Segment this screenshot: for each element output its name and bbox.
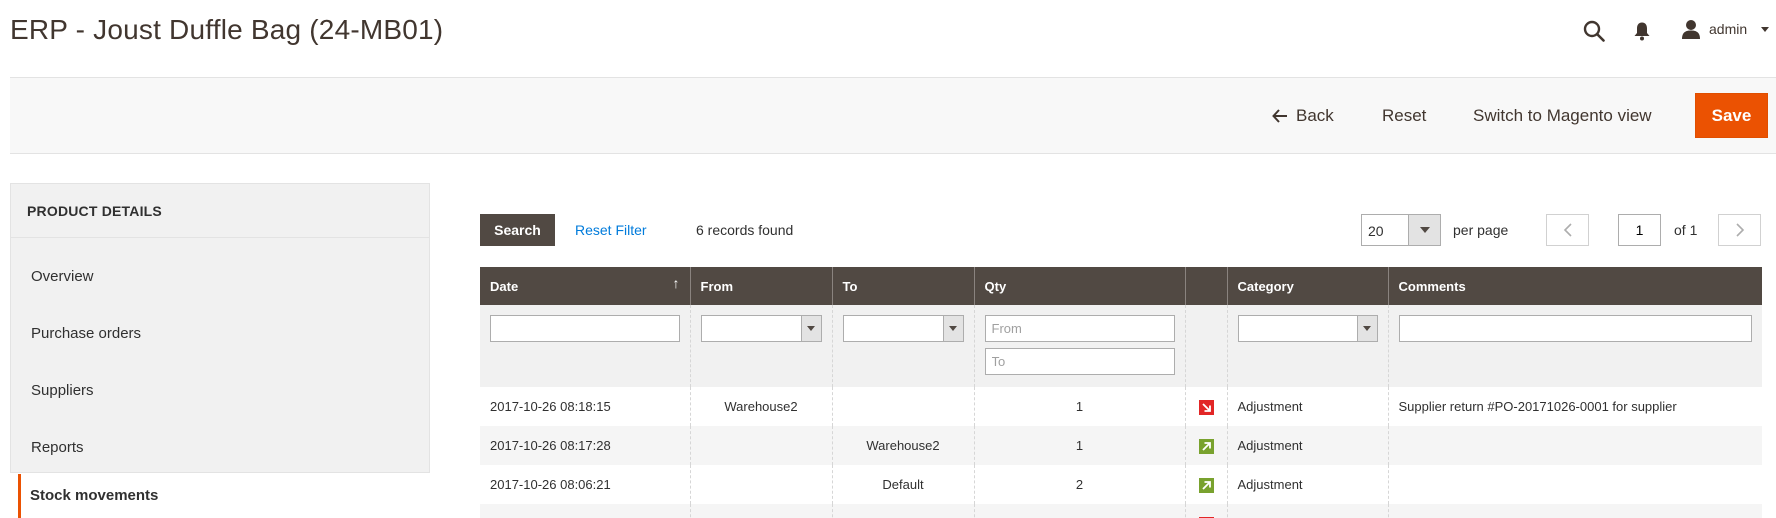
divider [11,237,429,238]
bell-icon[interactable] [1633,21,1651,41]
column-header-qty[interactable]: Qty [974,267,1186,305]
chevron-left-icon [1563,223,1572,237]
cell-comments [1388,504,1762,518]
sidebar-item-reports[interactable]: Reports [31,439,84,456]
back-button-label: Back [1296,106,1334,125]
comments-filter-input[interactable] [1398,315,1752,342]
page-actions-toolbar: Back Reset Switch to Magento view Save [10,77,1776,154]
page-number-input[interactable] [1618,214,1661,246]
cell-date: 2017-10-26 08:17:28 [480,426,691,465]
cell-category: Adjustment [1227,465,1389,504]
cell-qty: 1 [974,426,1186,465]
chevron-down-icon [1408,215,1440,245]
user-menu-name[interactable]: admin [1709,21,1747,37]
column-header-from[interactable]: From [690,267,833,305]
user-icon[interactable] [1681,19,1701,39]
cell-qty: 2 [974,465,1186,504]
sidebar-item-overview[interactable]: Overview [31,268,94,285]
header-actions: admin [1556,0,1776,62]
cell-comments [1388,426,1762,465]
chevron-down-icon[interactable] [1761,27,1769,32]
records-found: 6 records found [696,222,794,238]
cell-from [690,504,833,518]
cell-comments: Supplier return #PO-20171026-0001 for su… [1388,387,1762,426]
reset-filter-link[interactable]: Reset Filter [575,222,647,238]
sidebar-item-label: Stock movements [30,487,159,504]
cell-direction [1185,426,1228,465]
cell-from: Warehouse2 [690,387,833,426]
cell-date: 2017-10-26 08:18:15 [480,387,691,426]
sidebar-title: PRODUCT DETAILS [27,203,162,219]
search-icon[interactable] [1583,20,1605,42]
column-header-date[interactable]: Date ↑ [480,267,691,305]
chevron-right-icon [1735,223,1744,237]
cell-qty: 1 [974,387,1186,426]
stock-in-arrow-icon [1198,477,1214,493]
chevron-down-icon [1356,316,1377,341]
chevron-down-icon [942,316,963,341]
from-filter-select[interactable] [700,315,822,342]
cell-date [480,504,691,518]
column-header-comments[interactable]: Comments [1388,267,1762,305]
column-header-direction [1185,267,1228,305]
table-row[interactable]: 2017-10-26 08:06:21 Default 2 Adjustment [480,465,1762,504]
cell-to [832,387,975,426]
table-row[interactable]: 2017-10-26 08:17:28 Warehouse2 1 Adjustm… [480,426,1762,465]
cell-date: 2017-10-26 08:06:21 [480,465,691,504]
qty-from-filter-input[interactable] [984,315,1175,342]
qty-to-filter-input[interactable] [984,348,1175,375]
arrow-left-icon [1272,109,1287,123]
cell-to [832,504,975,518]
save-button[interactable]: Save [1695,93,1768,138]
table-row[interactable] [480,504,1762,518]
cell-category [1227,504,1389,518]
switch-to-magento-view-button[interactable]: Switch to Magento view [1473,106,1652,126]
chevron-down-icon [800,316,821,341]
cell-from [690,426,833,465]
sidebar-item-purchase-orders[interactable]: Purchase orders [31,325,141,342]
cell-category: Adjustment [1227,426,1389,465]
cell-direction [1185,465,1228,504]
page-count: of 1 [1674,222,1698,238]
product-details-sidebar: PRODUCT DETAILS Overview Purchase orders… [10,183,430,473]
column-header-category[interactable]: Category [1227,267,1389,305]
cell-comments [1388,465,1762,504]
per-page-label: per page [1453,222,1509,238]
back-button[interactable]: Back [1272,106,1334,126]
date-filter-input[interactable] [490,315,680,342]
sidebar-item-stock-movements[interactable]: Stock movements [18,474,430,518]
table-row[interactable]: 2017-10-26 08:18:15 Warehouse2 1 Adjustm… [480,387,1762,426]
cell-category: Adjustment [1227,387,1389,426]
per-page-value: 20 [1368,223,1384,239]
next-page-button[interactable] [1718,214,1761,246]
cell-to: Warehouse2 [832,426,975,465]
previous-page-button[interactable] [1546,214,1589,246]
sidebar-item-suppliers[interactable]: Suppliers [31,382,94,399]
page-title: ERP - Joust Duffle Bag (24-MB01) [10,14,444,45]
sort-ascending-icon: ↑ [672,275,680,291]
cell-to: Default [832,465,975,504]
to-filter-select[interactable] [842,315,964,342]
stock-in-arrow-icon [1198,438,1214,454]
filter-row [480,305,1762,387]
search-button[interactable]: Search [480,214,555,246]
stock-movements-grid: Date↑ From To Qty Category Comments 2017… [480,267,1762,518]
per-page-select[interactable]: 20 [1361,214,1441,246]
cell-direction [1185,504,1228,518]
reset-button[interactable]: Reset [1382,106,1426,126]
cell-qty [974,504,1186,518]
category-filter-select[interactable] [1237,315,1378,342]
cell-direction [1185,387,1228,426]
column-header-to[interactable]: To [832,267,975,305]
stock-out-arrow-icon [1198,399,1214,415]
cell-from [690,465,833,504]
